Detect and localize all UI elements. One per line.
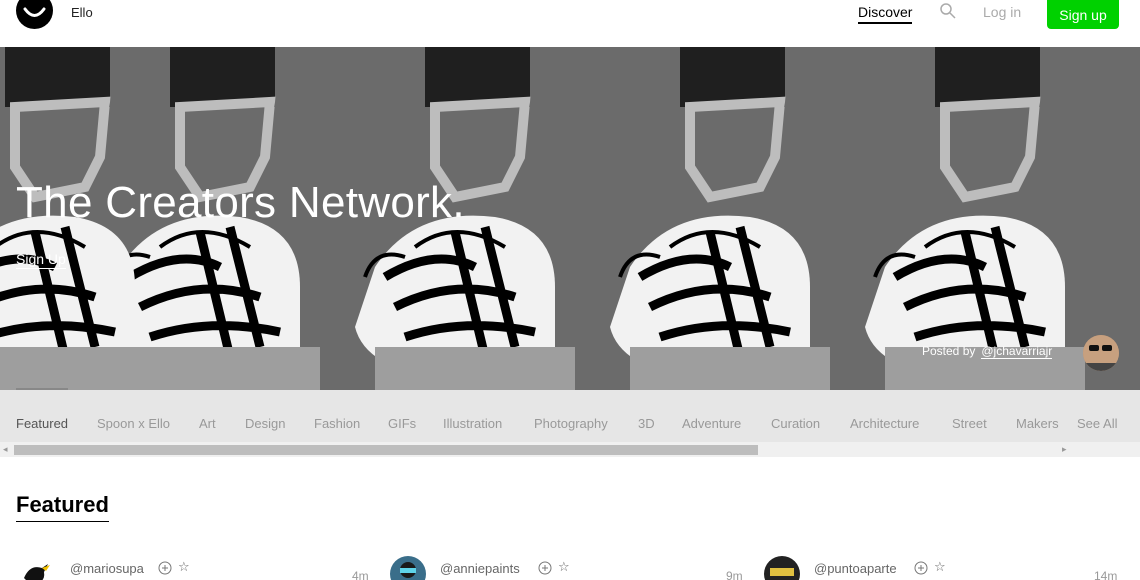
post-author-handle[interactable]: @puntoaparte bbox=[814, 561, 897, 576]
category-photography[interactable]: Photography bbox=[534, 416, 608, 431]
post-card: @anniepaints ☆ 9m bbox=[390, 556, 745, 580]
post-card: @mariosupa ☆ 4m bbox=[20, 556, 372, 580]
posted-by-label: Posted by bbox=[922, 344, 976, 358]
category-nav: Featured Spoon x Ello Art Design Fashion… bbox=[0, 390, 1140, 457]
category-spoon-x-ello[interactable]: Spoon x Ello bbox=[97, 416, 170, 431]
star-icon[interactable]: ☆ bbox=[178, 559, 190, 575]
posted-by-handle-link[interactable]: @jchavarriajr bbox=[981, 344, 1053, 359]
signup-button[interactable]: Sign up bbox=[1047, 0, 1119, 29]
category-street[interactable]: Street bbox=[952, 416, 987, 431]
search-icon[interactable] bbox=[939, 2, 957, 20]
post-author-handle[interactable]: @mariosupa bbox=[70, 561, 144, 576]
scroll-right-arrow-icon[interactable]: ▸ bbox=[1062, 444, 1067, 455]
category-adventure[interactable]: Adventure bbox=[682, 416, 741, 431]
star-icon[interactable]: ☆ bbox=[558, 559, 570, 575]
hero-author-avatar[interactable] bbox=[1083, 335, 1119, 371]
category-illustration[interactable]: Illustration bbox=[443, 416, 502, 431]
category-see-all[interactable]: See All bbox=[1077, 416, 1117, 431]
post-age: 9m bbox=[726, 569, 743, 580]
post-card: @puntoaparte ☆ 14m bbox=[764, 556, 1120, 580]
post-avatar[interactable] bbox=[390, 556, 426, 580]
post-age: 14m bbox=[1094, 569, 1118, 580]
brand-name[interactable]: Ello bbox=[71, 5, 93, 20]
category-fashion[interactable]: Fashion bbox=[314, 416, 360, 431]
nav-discover-link[interactable]: Discover bbox=[858, 4, 913, 24]
category-makers[interactable]: Makers bbox=[1016, 416, 1059, 431]
post-author-handle[interactable]: @anniepaints bbox=[440, 561, 520, 576]
follow-plus-icon[interactable] bbox=[538, 561, 552, 575]
category-curation[interactable]: Curation bbox=[771, 416, 820, 431]
follow-plus-icon[interactable] bbox=[914, 561, 928, 575]
category-architecture[interactable]: Architecture bbox=[850, 416, 919, 431]
post-avatar[interactable] bbox=[764, 556, 800, 580]
featured-heading: Featured bbox=[16, 492, 109, 522]
star-icon[interactable]: ☆ bbox=[934, 559, 946, 575]
hero-banner: The Creators Network. Sign Up Posted by @… bbox=[0, 47, 1140, 390]
post-age: 4m bbox=[352, 569, 369, 580]
follow-plus-icon[interactable] bbox=[158, 561, 172, 575]
category-featured[interactable]: Featured bbox=[16, 416, 68, 431]
category-gifs[interactable]: GIFs bbox=[388, 416, 416, 431]
post-avatar[interactable] bbox=[20, 556, 56, 580]
category-design[interactable]: Design bbox=[245, 416, 285, 431]
ello-logo-icon[interactable] bbox=[16, 0, 53, 29]
login-link[interactable]: Log in bbox=[983, 4, 1021, 20]
category-scrollbar-thumb[interactable] bbox=[14, 445, 758, 455]
posted-by-credit: Posted by @jchavarriajr bbox=[922, 344, 1053, 359]
category-3d[interactable]: 3D bbox=[638, 416, 655, 431]
category-art[interactable]: Art bbox=[199, 416, 216, 431]
top-header: Ello Discover Log in Sign up bbox=[0, 0, 1140, 47]
scroll-left-arrow-icon[interactable]: ◂ bbox=[3, 444, 8, 455]
hero-title: The Creators Network. bbox=[16, 178, 465, 227]
hero-signup-link[interactable]: Sign Up bbox=[16, 251, 66, 269]
